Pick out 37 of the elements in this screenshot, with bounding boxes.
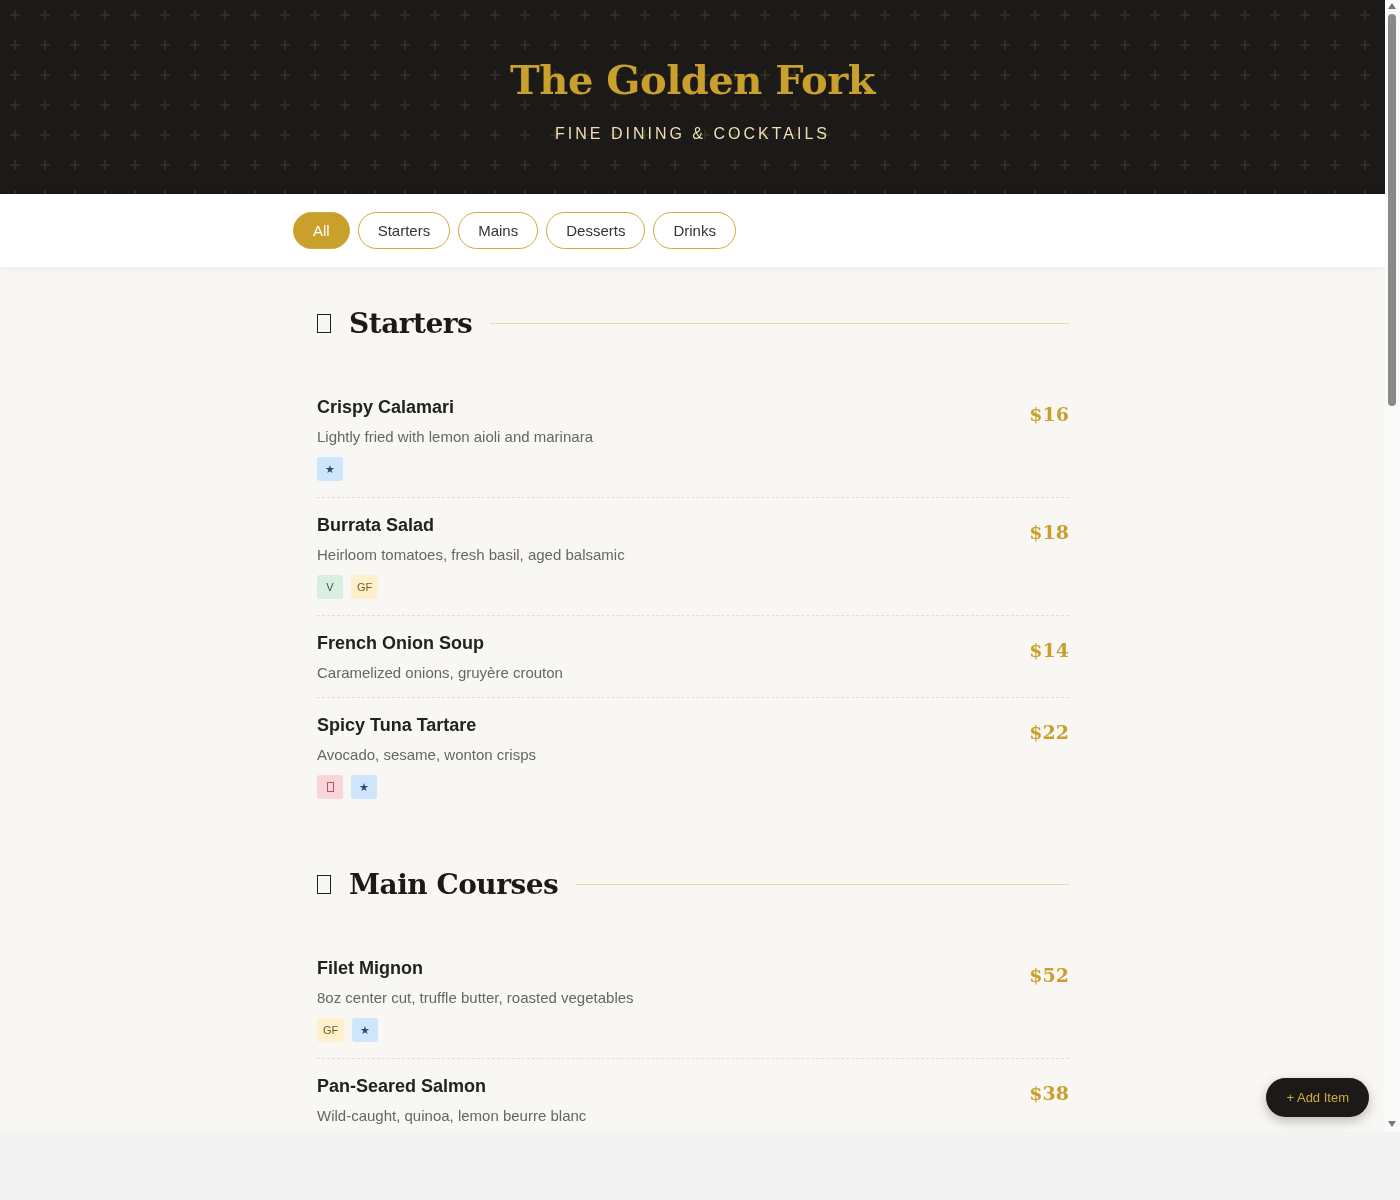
dish-description: Avocado, sesame, wonton crisps — [317, 746, 536, 763]
dish-price: $22 — [1029, 720, 1069, 745]
scrollbar[interactable] — [1385, 0, 1400, 1132]
dish-name: Spicy Tuna Tartare — [317, 715, 478, 736]
dish-description: Lightly fried with lemon aioli and marinara — [317, 428, 593, 445]
dish-price: $18 — [1029, 520, 1069, 545]
box-icon — [326, 782, 334, 792]
filter-tab[interactable]: Starters — [357, 212, 451, 249]
section-title: Main Courses — [349, 868, 559, 901]
dish-price: $52 — [1029, 963, 1069, 988]
chef-badge: ★ — [317, 457, 343, 481]
add-item-button[interactable]: + Add Item — [1266, 1078, 1369, 1117]
filter-tab[interactable]: Drinks — [653, 212, 736, 249]
dish-price: $38 — [1029, 1081, 1069, 1106]
section-title: Starters — [349, 307, 473, 340]
chef-badge: ★ — [352, 1018, 379, 1042]
dish-name: Crispy Calamari — [317, 397, 456, 418]
filter-tab[interactable]: Mains — [458, 212, 539, 249]
gf-badge: GF — [351, 575, 379, 599]
dish-name: Filet Mignon — [317, 958, 424, 979]
veg-badge: V — [317, 575, 343, 599]
box-icon — [317, 875, 331, 894]
dish-description: Caramelized onions, gruyère crouton — [317, 664, 563, 681]
filter-tab[interactable]: Desserts — [546, 212, 646, 249]
dish-price: $14 — [1029, 638, 1069, 663]
restaurant-title: The Golden Fork — [510, 56, 875, 103]
box-icon — [317, 314, 331, 333]
dish-price: $16 — [1029, 402, 1069, 427]
dish-description: 8oz center cut, truffle butter, roasted vegetables — [317, 989, 634, 1006]
dish-name: French Onion Soup — [317, 633, 485, 654]
dish-name: Pan-Seared Salmon — [317, 1076, 488, 1097]
gf-badge: GF — [317, 1018, 345, 1042]
tagline: FINE DINING & COCKTAILS — [555, 125, 830, 143]
dish-name: Burrata Salad — [317, 515, 436, 536]
dish-description: Wild-caught, quinoa, lemon beurre blanc — [317, 1107, 587, 1124]
dish-description: Heirloom tomatoes, fresh basil, aged balsamic — [317, 546, 625, 563]
chef-badge: ★ — [351, 775, 377, 799]
